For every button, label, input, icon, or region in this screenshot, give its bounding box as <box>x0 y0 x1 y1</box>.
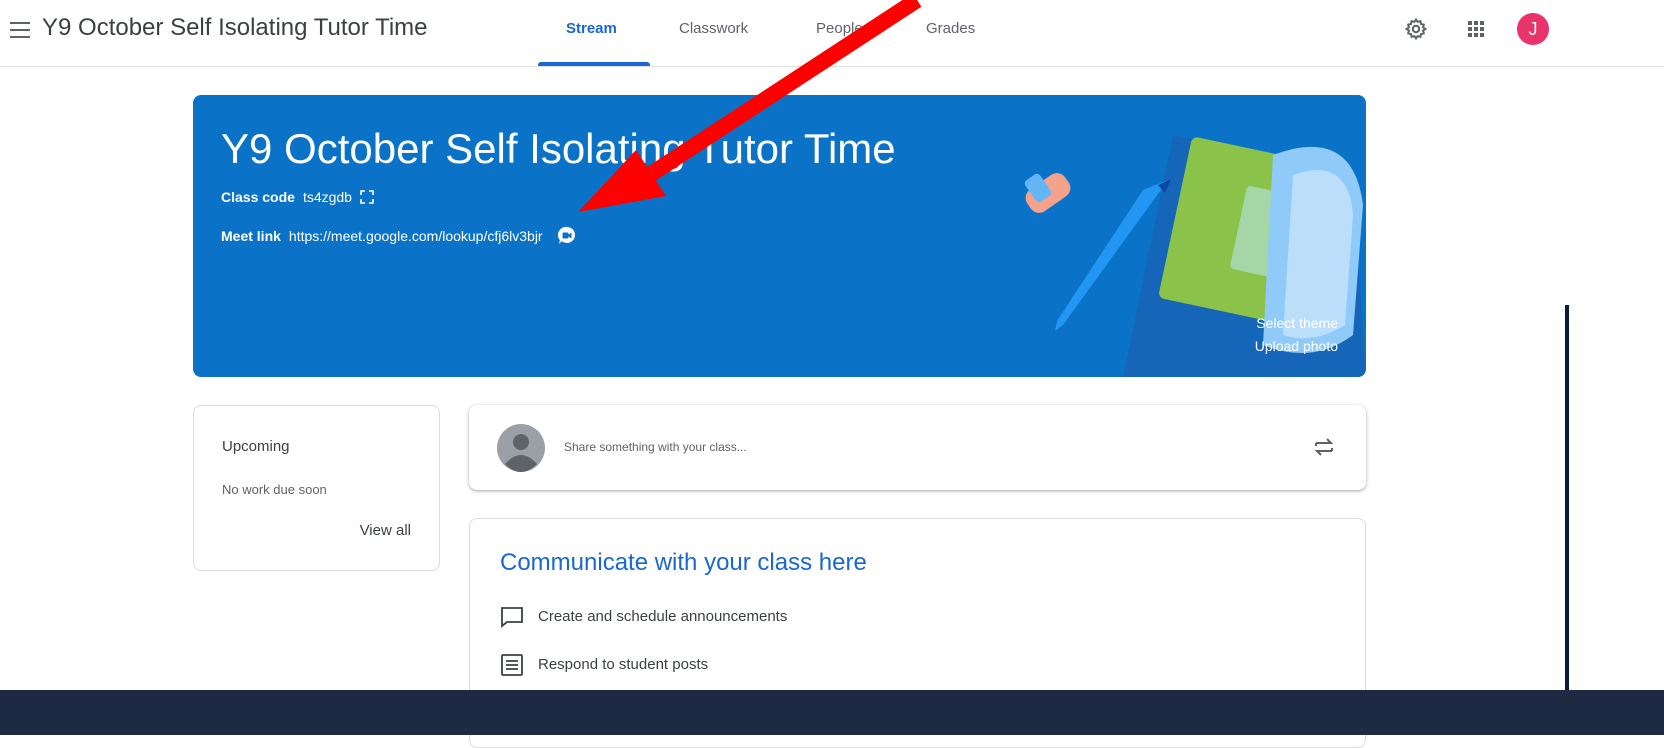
class-code-value[interactable]: ts4zgdb <box>303 189 352 205</box>
fullscreen-icon[interactable] <box>360 190 374 204</box>
upload-photo-link[interactable]: Upload photo <box>1255 338 1338 354</box>
list-item-label: Create and schedule announcements <box>538 608 788 625</box>
video-call-icon[interactable] <box>557 226 577 246</box>
main-menu-icon[interactable] <box>10 22 30 38</box>
tab-grades[interactable]: Grades <box>926 20 975 37</box>
class-code-row: Class code ts4zgdb <box>221 189 374 205</box>
upcoming-title: Upcoming <box>222 438 290 455</box>
meet-link-label: Meet link <box>221 228 281 244</box>
list-item-label: Respond to student posts <box>538 656 709 673</box>
google-apps-icon[interactable] <box>1464 17 1488 41</box>
communicate-title: Communicate with your class here <box>500 549 867 576</box>
view-all-link[interactable]: View all <box>360 522 411 539</box>
class-title[interactable]: Y9 October Self Isolating Tutor Time <box>42 14 428 42</box>
tab-classwork[interactable]: Classwork <box>679 20 748 37</box>
reuse-post-icon[interactable] <box>1310 433 1338 461</box>
posts-icon <box>501 654 523 676</box>
active-tab-indicator <box>538 62 650 66</box>
upcoming-card: Upcoming No work due soon View all <box>193 405 440 571</box>
meet-link-url[interactable]: https://meet.google.com/lookup/cfj6lv3bj… <box>289 228 543 244</box>
class-banner: Y9 October Self Isolating Tutor Time Cla… <box>193 95 1366 377</box>
user-avatar-icon <box>497 424 545 472</box>
banner-title: Y9 October Self Isolating Tutor Time <box>221 125 896 172</box>
share-announcement-box[interactable]: Share something with your class... <box>469 405 1366 490</box>
upcoming-empty-text: No work due soon <box>222 482 327 497</box>
window-edge <box>1565 305 1569 690</box>
meet-link-row: Meet link https://meet.google.com/lookup/… <box>221 226 577 246</box>
bottom-taskbar <box>0 690 1664 735</box>
select-theme-link[interactable]: Select theme <box>1256 315 1338 331</box>
top-app-bar: Y9 October Self Isolating Tutor Time Str… <box>0 0 1664 67</box>
class-code-label: Class code <box>221 189 295 205</box>
account-avatar[interactable]: J <box>1517 13 1549 45</box>
settings-gear-icon[interactable] <box>1404 17 1428 41</box>
share-placeholder[interactable]: Share something with your class... <box>564 440 747 454</box>
tab-stream[interactable]: Stream <box>566 20 617 37</box>
announcement-icon <box>501 607 523 628</box>
tab-people[interactable]: People <box>816 20 863 37</box>
